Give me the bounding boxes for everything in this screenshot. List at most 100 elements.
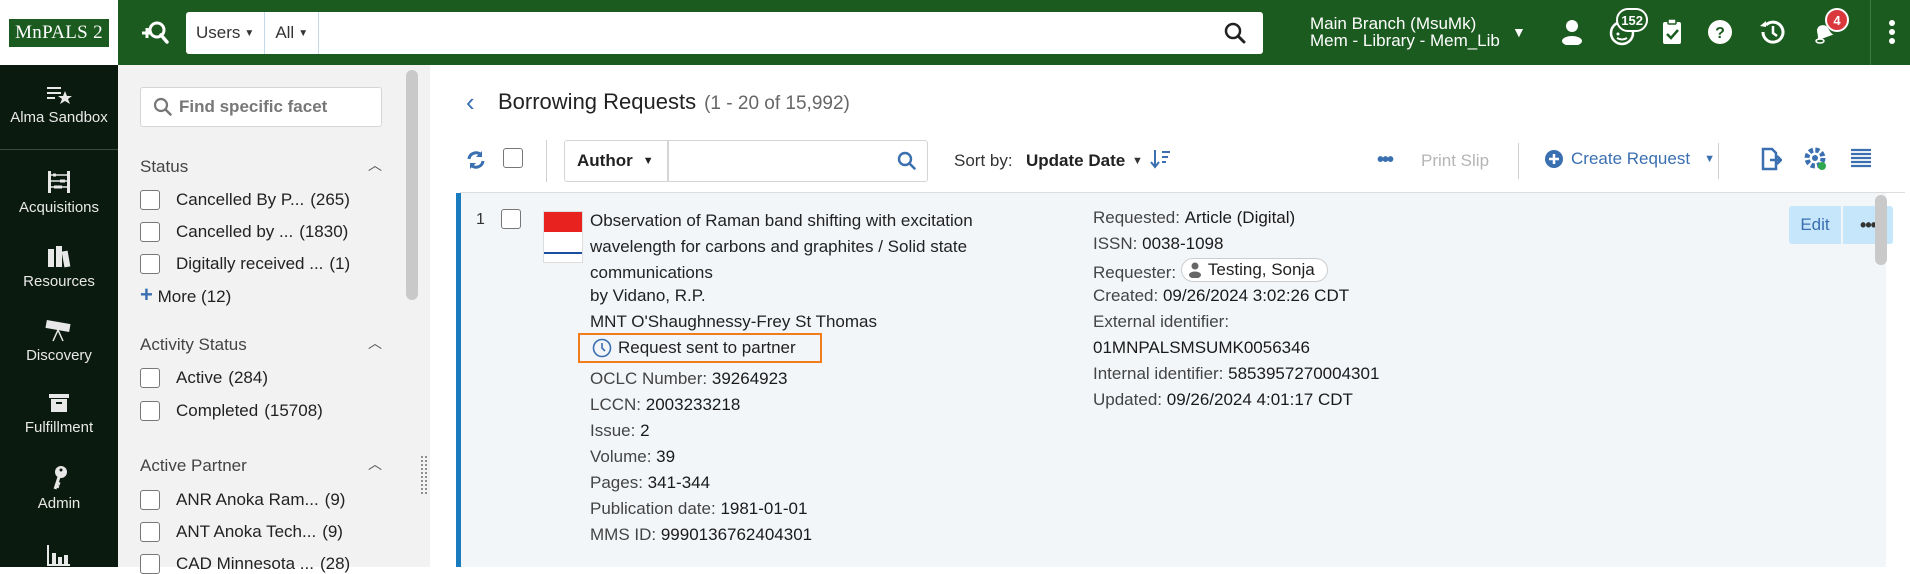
- field-label: OCLC Number:: [590, 369, 708, 388]
- user-icon[interactable]: [1554, 14, 1590, 50]
- checkbox[interactable]: [140, 490, 160, 510]
- print-slip-button[interactable]: Print Slip: [1421, 151, 1489, 171]
- facet-item[interactable]: ANT Anoka Tech... (9): [140, 522, 343, 542]
- checkbox[interactable]: [501, 209, 521, 229]
- nav-label: Acquisitions: [18, 199, 100, 216]
- search-field-dropdown[interactable]: All ▼: [265, 12, 320, 54]
- field-pages: Pages: 341-344: [590, 473, 710, 493]
- field-value: 5853957270004301: [1228, 364, 1380, 383]
- facet-item[interactable]: Cancelled By P... (265): [140, 190, 350, 210]
- select-all-checkbox[interactable]: [503, 148, 523, 173]
- more-vertical-icon[interactable]: [1874, 14, 1910, 50]
- facet-item[interactable]: CAD Minnesota ... (28): [140, 554, 350, 574]
- nav-acquisitions[interactable]: Acquisitions: [0, 169, 118, 216]
- global-search-input[interactable]: [319, 12, 1215, 54]
- more-actions-icon[interactable]: •••: [1377, 149, 1394, 172]
- branch-desk: Mem - Library - Mem_Lib: [1310, 31, 1500, 50]
- logo-area: MnPALS 2: [0, 0, 118, 65]
- facets-scrollbar[interactable]: [406, 70, 418, 300]
- search-icon[interactable]: [897, 151, 917, 171]
- field-label: Volume:: [590, 447, 652, 466]
- sort-direction-icon[interactable]: [1150, 148, 1172, 175]
- checkbox[interactable]: [140, 522, 160, 542]
- top-bar: MnPALS 2 Users ▼ All ▼ Main Branch (MsuMk)…: [0, 0, 1910, 65]
- requester-chip[interactable]: Testing, Sonja: [1180, 258, 1328, 282]
- page-title: Borrowing Requests (1 - 20 of 15,992): [498, 89, 850, 115]
- clipboard-icon[interactable]: [1654, 14, 1690, 50]
- collapse-chevron-icon[interactable]: ︿: [368, 333, 382, 353]
- row-checkbox[interactable]: [501, 209, 521, 234]
- settings-gear-icon[interactable]: [1804, 147, 1828, 171]
- branch-caret-icon[interactable]: ▼: [1512, 24, 1526, 40]
- field-value: 09/26/2024 3:02:26 CDT: [1162, 286, 1350, 305]
- request-author: by Vidano, R.P.: [590, 286, 706, 305]
- facet-search-input[interactable]: Find specific facet: [140, 87, 382, 127]
- nav-discovery[interactable]: Discovery: [0, 317, 118, 364]
- analytics-icon: [47, 545, 70, 566]
- nav-alma-sandbox[interactable]: Alma Sandbox: [0, 85, 118, 126]
- refresh-icon[interactable]: [466, 150, 486, 175]
- branch-selector[interactable]: Main Branch (MsuMk) Mem - Library - Mem_…: [1310, 15, 1500, 49]
- checkbox[interactable]: [503, 148, 523, 168]
- abacus-icon: [48, 171, 70, 193]
- facet-item[interactable]: Digitally received ... (1): [140, 254, 350, 274]
- list-search-input[interactable]: [668, 140, 928, 182]
- facet-item[interactable]: Completed (15708): [140, 401, 323, 421]
- facet-item[interactable]: Cancelled by ... (1830): [140, 222, 348, 242]
- field-value: 2003233218: [645, 395, 741, 414]
- edit-button[interactable]: Edit: [1789, 206, 1841, 244]
- caret-down-icon[interactable]: ▼: [1132, 155, 1143, 167]
- caret-down-icon: ▼: [642, 155, 654, 167]
- search-scope-dropdown[interactable]: Users ▼: [186, 12, 266, 54]
- request-title[interactable]: Observation of Raman band shifting with …: [590, 208, 1010, 286]
- help-icon[interactable]: ?: [1702, 14, 1738, 50]
- tasks-badge: 152: [1616, 8, 1648, 32]
- advanced-search-icon[interactable]: [138, 17, 170, 49]
- field-requested: Requested: Article (Digital): [1093, 208, 1295, 228]
- field-label: Created:: [1093, 286, 1159, 305]
- search-field-dropdown[interactable]: Author ▼: [564, 140, 668, 182]
- back-chevron-icon[interactable]: ‹: [466, 87, 475, 118]
- checkbox[interactable]: [140, 401, 160, 421]
- facet-item[interactable]: Active (284): [140, 368, 268, 388]
- field-label: Updated:: [1093, 390, 1162, 409]
- field-updated: Updated: 09/26/2024 4:01:17 CDT: [1093, 390, 1353, 410]
- logo[interactable]: MnPALS 2: [9, 18, 109, 47]
- history-icon[interactable]: [1754, 14, 1790, 50]
- nav-label: Admin: [37, 495, 81, 512]
- sort-dropdown[interactable]: Update Date: [1026, 151, 1125, 171]
- list-view-icon[interactable]: [1850, 147, 1874, 171]
- divider: [1718, 143, 1719, 179]
- main-scrollbar[interactable]: [1875, 195, 1887, 265]
- facet-group-title: Active Partner: [140, 456, 247, 475]
- notifications-icon[interactable]: 4: [1805, 8, 1849, 50]
- facet-item-label: Cancelled By P...: [176, 190, 305, 209]
- facet-item-count: (9): [324, 490, 346, 509]
- create-request-button[interactable]: Create Request ▼: [1545, 149, 1715, 169]
- divider: [1518, 143, 1519, 179]
- field-value: 09/26/2024 4:01:17 CDT: [1166, 390, 1353, 409]
- result-count: (1 - 20 of 15,992): [704, 93, 850, 114]
- facet-item[interactable]: ANR Anoka Ram... (9): [140, 490, 345, 510]
- request-row[interactable]: 1 Observation of Raman band shifting wit…: [456, 193, 1893, 567]
- checkbox[interactable]: [140, 190, 160, 210]
- nav-fulfillment[interactable]: Fulfillment: [0, 391, 118, 436]
- collapse-chevron-icon[interactable]: ︿: [368, 155, 382, 175]
- facet-more-link[interactable]: + More (12): [140, 282, 231, 308]
- field-label: MMS ID:: [590, 525, 657, 544]
- notifications-badge: 4: [1825, 8, 1849, 32]
- nav-resources[interactable]: Resources: [0, 243, 118, 290]
- divider: [546, 140, 547, 182]
- export-icon[interactable]: [1760, 147, 1784, 171]
- plus-circle-icon: [1545, 150, 1563, 168]
- panel-resize-handle[interactable]: [420, 455, 428, 495]
- checkbox[interactable]: [140, 368, 160, 388]
- tasks-icon[interactable]: 152: [1604, 8, 1648, 50]
- collapse-chevron-icon[interactable]: ︿: [368, 454, 382, 474]
- nav-admin[interactable]: Admin: [0, 465, 118, 512]
- search-icon[interactable]: [1215, 13, 1255, 53]
- field-mms-id: MMS ID: 9990136762404301: [590, 525, 812, 545]
- checkbox[interactable]: [140, 554, 160, 574]
- checkbox[interactable]: [140, 222, 160, 242]
- checkbox[interactable]: [140, 254, 160, 274]
